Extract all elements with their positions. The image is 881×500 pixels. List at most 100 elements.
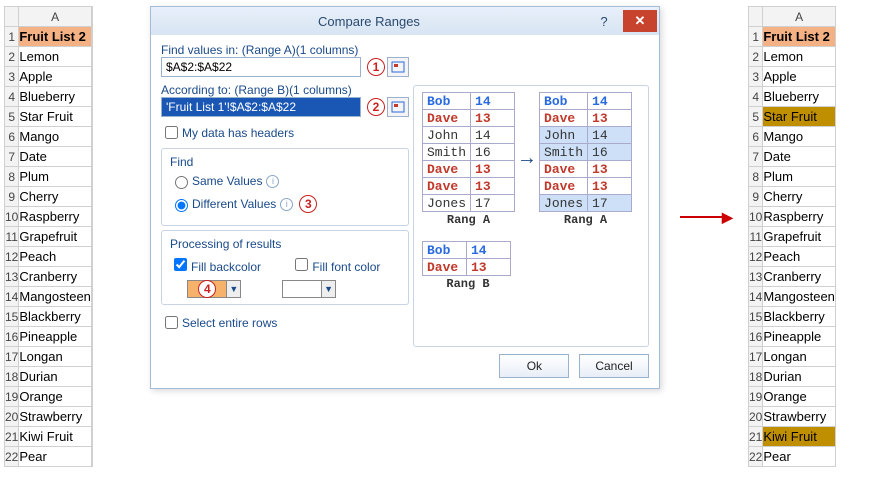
- row-header[interactable]: 22: [5, 447, 19, 467]
- data-cell[interactable]: Pineapple: [19, 327, 92, 347]
- fontcolor-dropdown-icon[interactable]: ▼: [322, 280, 336, 298]
- info-icon[interactable]: i: [280, 198, 293, 211]
- col-header-a[interactable]: A: [763, 7, 836, 27]
- data-cell[interactable]: Blackberry: [19, 307, 92, 327]
- row-header[interactable]: 7: [5, 147, 19, 167]
- data-cell[interactable]: Grapefruit: [19, 227, 92, 247]
- empty-cell[interactable]: [91, 427, 92, 447]
- data-cell[interactable]: Star Fruit: [763, 107, 836, 127]
- data-cell[interactable]: Apple: [763, 67, 836, 87]
- data-cell[interactable]: Blackberry: [763, 307, 836, 327]
- row-header[interactable]: 2: [5, 47, 19, 67]
- row-header[interactable]: 12: [5, 247, 19, 267]
- empty-cell[interactable]: [91, 327, 92, 347]
- row-header[interactable]: 10: [749, 207, 763, 227]
- row-header[interactable]: 6: [5, 127, 19, 147]
- row-header[interactable]: 6: [749, 127, 763, 147]
- dialog-titlebar[interactable]: Compare Ranges ? ✕: [151, 7, 659, 35]
- data-cell[interactable]: Cherry: [763, 187, 836, 207]
- data-cell[interactable]: Durian: [19, 367, 92, 387]
- left-spreadsheet[interactable]: A 1Fruit List 2 2Lemon3Apple4Blueberry5S…: [4, 6, 93, 467]
- same-values-radio[interactable]: Same Valuesi: [170, 173, 400, 189]
- data-cell[interactable]: Raspberry: [19, 207, 92, 227]
- row-header[interactable]: 20: [5, 407, 19, 427]
- row-header[interactable]: 15: [5, 307, 19, 327]
- data-cell[interactable]: Mango: [763, 127, 836, 147]
- empty-cell[interactable]: [91, 387, 92, 407]
- row-header[interactable]: 15: [749, 307, 763, 327]
- row-header[interactable]: 12: [749, 247, 763, 267]
- data-cell[interactable]: Pear: [19, 447, 92, 467]
- data-cell[interactable]: Pineapple: [763, 327, 836, 347]
- empty-cell[interactable]: [91, 307, 92, 327]
- empty-cell[interactable]: [91, 107, 92, 127]
- header-cell[interactable]: Fruit List 2: [19, 27, 92, 47]
- row-header[interactable]: 4: [5, 87, 19, 107]
- fill-backcolor-checkbox[interactable]: Fill backcolor: [170, 255, 288, 274]
- data-cell[interactable]: Star Fruit: [19, 107, 92, 127]
- row-header[interactable]: 18: [749, 367, 763, 387]
- row-header[interactable]: 5: [749, 107, 763, 127]
- row-header[interactable]: 4: [749, 87, 763, 107]
- data-cell[interactable]: Mango: [19, 127, 92, 147]
- row-header[interactable]: 13: [749, 267, 763, 287]
- row-header[interactable]: 19: [5, 387, 19, 407]
- row-header[interactable]: 10: [5, 207, 19, 227]
- data-cell[interactable]: Peach: [19, 247, 92, 267]
- empty-cell[interactable]: [91, 347, 92, 367]
- fontcolor-swatch[interactable]: [282, 280, 322, 298]
- empty-cell[interactable]: [91, 227, 92, 247]
- data-cell[interactable]: Date: [763, 147, 836, 167]
- row-header[interactable]: 1: [749, 27, 763, 47]
- empty-cell[interactable]: [91, 127, 92, 147]
- empty-cell[interactable]: [91, 247, 92, 267]
- data-cell[interactable]: Mangosteen: [19, 287, 92, 307]
- data-cell[interactable]: Kiwi Fruit: [19, 427, 92, 447]
- data-cell[interactable]: Plum: [763, 167, 836, 187]
- row-header[interactable]: 13: [5, 267, 19, 287]
- ok-button[interactable]: Ok: [499, 354, 569, 378]
- data-cell[interactable]: Cranberry: [763, 267, 836, 287]
- data-cell[interactable]: Peach: [763, 247, 836, 267]
- select-entire-rows-checkbox[interactable]: Select entire rows: [161, 313, 409, 332]
- select-all-corner[interactable]: [5, 7, 19, 27]
- row-header[interactable]: 17: [5, 347, 19, 367]
- empty-cell[interactable]: [91, 447, 92, 467]
- data-cell[interactable]: Cherry: [19, 187, 92, 207]
- data-cell[interactable]: Cranberry: [19, 267, 92, 287]
- data-cell[interactable]: Raspberry: [763, 207, 836, 227]
- row-header[interactable]: 3: [5, 67, 19, 87]
- data-cell[interactable]: Grapefruit: [763, 227, 836, 247]
- row-header[interactable]: 17: [749, 347, 763, 367]
- range-a-input[interactable]: $A$2:$A$22: [161, 57, 361, 77]
- empty-cell[interactable]: [91, 87, 92, 107]
- data-cell[interactable]: Strawberry: [19, 407, 92, 427]
- data-cell[interactable]: Plum: [19, 167, 92, 187]
- data-cell[interactable]: Pear: [763, 447, 836, 467]
- row-header[interactable]: 7: [749, 147, 763, 167]
- info-icon[interactable]: i: [266, 175, 279, 188]
- empty-cell[interactable]: [91, 67, 92, 87]
- data-cell[interactable]: Longan: [19, 347, 92, 367]
- row-header[interactable]: 18: [5, 367, 19, 387]
- data-cell[interactable]: Kiwi Fruit: [763, 427, 836, 447]
- row-header[interactable]: 22: [749, 447, 763, 467]
- empty-cell[interactable]: [91, 207, 92, 227]
- data-cell[interactable]: Apple: [19, 67, 92, 87]
- empty-cell[interactable]: [91, 47, 92, 67]
- header-cell[interactable]: Fruit List 2: [763, 27, 836, 47]
- row-header[interactable]: 19: [749, 387, 763, 407]
- data-cell[interactable]: Longan: [763, 347, 836, 367]
- row-header[interactable]: 5: [5, 107, 19, 127]
- row-header[interactable]: 9: [5, 187, 19, 207]
- data-cell[interactable]: Lemon: [19, 47, 92, 67]
- row-header[interactable]: 14: [5, 287, 19, 307]
- empty-cell[interactable]: [91, 287, 92, 307]
- data-cell[interactable]: Date: [19, 147, 92, 167]
- select-all-corner[interactable]: [749, 7, 763, 27]
- help-button[interactable]: ?: [587, 10, 621, 32]
- row-header[interactable]: 11: [749, 227, 763, 247]
- row-header[interactable]: 2: [749, 47, 763, 67]
- row-header[interactable]: 16: [5, 327, 19, 347]
- data-cell[interactable]: Blueberry: [763, 87, 836, 107]
